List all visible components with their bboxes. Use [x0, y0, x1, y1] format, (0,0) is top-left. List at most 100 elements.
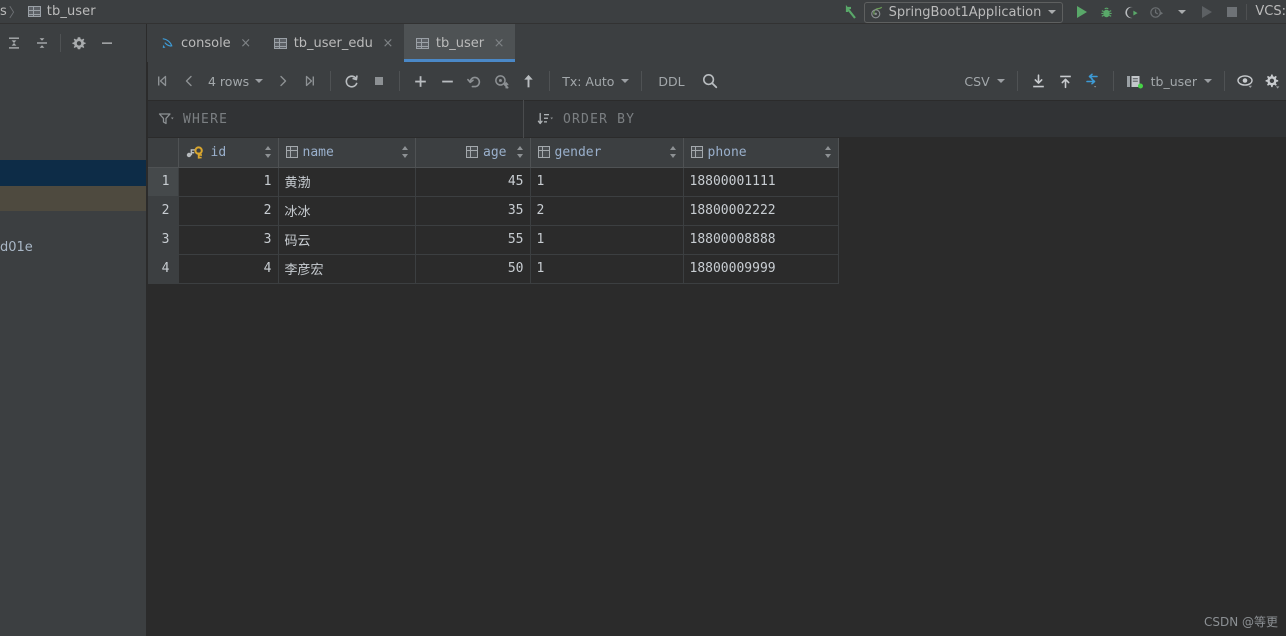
- run-button[interactable]: [1069, 0, 1094, 24]
- column-header-id[interactable]: id: [178, 138, 279, 168]
- cell-gender[interactable]: 1: [530, 254, 684, 284]
- table-row[interactable]: 2 2 冰冰 35 2 18800002222: [148, 196, 839, 226]
- expand-all-icon[interactable]: [0, 24, 28, 62]
- row-count-selector[interactable]: 4 rows: [202, 62, 269, 100]
- order-by-input[interactable]: ORDER BY: [524, 100, 1286, 138]
- chevron-down-icon[interactable]: [1048, 10, 1057, 14]
- row-number[interactable]: 2: [148, 196, 179, 226]
- ddl-button[interactable]: DDL: [649, 62, 693, 100]
- cell-age[interactable]: 35: [415, 196, 531, 226]
- run-configuration-selector[interactable]: SpringBoot1Application: [863, 1, 1064, 23]
- import-button[interactable]: [1025, 62, 1052, 100]
- row-number[interactable]: 1: [148, 167, 179, 197]
- filter-icon[interactable]: [158, 112, 174, 126]
- run-dim-button[interactable]: [1194, 0, 1219, 24]
- breadcrumb[interactable]: s 〉 tb_user: [0, 0, 96, 24]
- export-format-selector[interactable]: CSV: [959, 62, 1009, 100]
- cell-phone[interactable]: 18800002222: [683, 196, 839, 226]
- cell-name[interactable]: 黄渤: [278, 167, 416, 197]
- cell-age[interactable]: 50: [415, 254, 531, 284]
- vcs-label[interactable]: VCS:: [1246, 4, 1286, 20]
- gear-icon[interactable]: [65, 24, 93, 62]
- cell-name[interactable]: 码云: [278, 225, 416, 255]
- breadcrumb-current[interactable]: tb_user: [47, 4, 96, 19]
- preview-changes-button[interactable]: [488, 62, 515, 100]
- cell-phone[interactable]: 18800009999: [683, 254, 839, 284]
- sort-icon[interactable]: [537, 112, 554, 126]
- debug-button[interactable]: [1094, 0, 1119, 24]
- cell-id[interactable]: 2: [178, 196, 279, 226]
- sort-toggle-icon[interactable]: [516, 145, 525, 159]
- back-arrow-icon[interactable]: [838, 0, 864, 24]
- highlight-row-band[interactable]: [0, 186, 146, 211]
- column-header-gender[interactable]: gender: [530, 138, 684, 168]
- tab-tb-user[interactable]: tb_user ×: [403, 24, 516, 62]
- close-icon[interactable]: ×: [493, 36, 505, 51]
- cell-gender[interactable]: 2: [530, 196, 684, 226]
- view-options-button[interactable]: [1232, 62, 1259, 100]
- revert-button[interactable]: [461, 62, 488, 100]
- collapse-all-icon[interactable]: [28, 24, 56, 62]
- gutter-header[interactable]: [148, 138, 179, 168]
- transaction-mode-selector[interactable]: Tx: Auto: [557, 62, 634, 100]
- table-row[interactable]: 1 1 黄渤 45 1 18800001111: [148, 167, 839, 197]
- close-icon[interactable]: ×: [240, 36, 252, 51]
- submit-button[interactable]: [515, 62, 542, 100]
- profiler-dropdown[interactable]: [1169, 0, 1194, 24]
- search-button[interactable]: [693, 62, 727, 100]
- tab-tb-user-edu[interactable]: tb_user_edu ×: [262, 24, 404, 62]
- table-row[interactable]: 3 3 码云 55 1 18800008888: [148, 225, 839, 255]
- sort-toggle-icon[interactable]: [264, 145, 273, 159]
- cell-id[interactable]: 3: [178, 225, 279, 255]
- watermark: CSDN @等更: [1203, 615, 1278, 629]
- close-icon[interactable]: ×: [382, 36, 394, 51]
- minus-icon[interactable]: [93, 24, 121, 62]
- chevron-down-icon[interactable]: [996, 79, 1005, 83]
- cancel-button[interactable]: [365, 62, 392, 100]
- cell-age[interactable]: 45: [415, 167, 531, 197]
- row-number[interactable]: 4: [148, 254, 179, 284]
- sort-toggle-icon[interactable]: [401, 145, 410, 159]
- toolbar-divider: [399, 71, 401, 91]
- export-button[interactable]: [1052, 62, 1079, 100]
- sort-toggle-icon[interactable]: [824, 145, 833, 159]
- cell-id[interactable]: 4: [178, 254, 279, 284]
- cell-name[interactable]: 冰冰: [278, 196, 416, 226]
- column-header-age[interactable]: age: [415, 138, 531, 168]
- grid-settings-button[interactable]: [1259, 62, 1286, 100]
- run-with-coverage-button[interactable]: [1119, 0, 1144, 24]
- chevron-down-icon[interactable]: [621, 79, 630, 83]
- cell-age[interactable]: 55: [415, 225, 531, 255]
- first-page-button[interactable]: [148, 62, 175, 100]
- delete-row-button[interactable]: [434, 62, 461, 100]
- tab-console[interactable]: console ×: [148, 24, 262, 62]
- stop-button[interactable]: [1219, 0, 1244, 24]
- row-number[interactable]: 3: [148, 225, 179, 255]
- cell-phone[interactable]: 18800008888: [683, 225, 839, 255]
- reload-button[interactable]: [338, 62, 365, 100]
- chevron-down-icon[interactable]: [1204, 79, 1212, 83]
- selected-row-band[interactable]: [0, 160, 146, 186]
- sort-toggle-icon[interactable]: [669, 145, 678, 159]
- cell-gender[interactable]: 1: [530, 225, 684, 255]
- cell-phone[interactable]: 18800001111: [683, 167, 839, 197]
- tree-node-label[interactable]: d01e: [0, 240, 33, 255]
- connection-selector[interactable]: tb_user: [1121, 62, 1217, 100]
- prev-page-button[interactable]: [175, 62, 202, 100]
- last-page-button[interactable]: [296, 62, 323, 100]
- column-header-phone[interactable]: phone: [683, 138, 839, 168]
- where-filter-input[interactable]: WHERE: [148, 100, 524, 138]
- profiler-button[interactable]: [1144, 0, 1169, 24]
- database-tool-window[interactable]: d01e: [0, 62, 147, 636]
- chevron-down-icon[interactable]: [255, 79, 264, 83]
- cell-name[interactable]: 李彦宏: [278, 254, 416, 284]
- result-grid[interactable]: id name age gender phone 1 1 黄渤 45 1 188…: [148, 138, 1286, 636]
- add-row-button[interactable]: [407, 62, 434, 100]
- cell-id[interactable]: 1: [178, 167, 279, 197]
- table-row[interactable]: 4 4 李彦宏 50 1 18800009999: [148, 254, 839, 284]
- breadcrumb-truncated[interactable]: s: [0, 4, 7, 19]
- compare-button[interactable]: [1079, 62, 1106, 100]
- cell-gender[interactable]: 1: [530, 167, 684, 197]
- next-page-button[interactable]: [269, 62, 296, 100]
- column-header-name[interactable]: name: [278, 138, 416, 168]
